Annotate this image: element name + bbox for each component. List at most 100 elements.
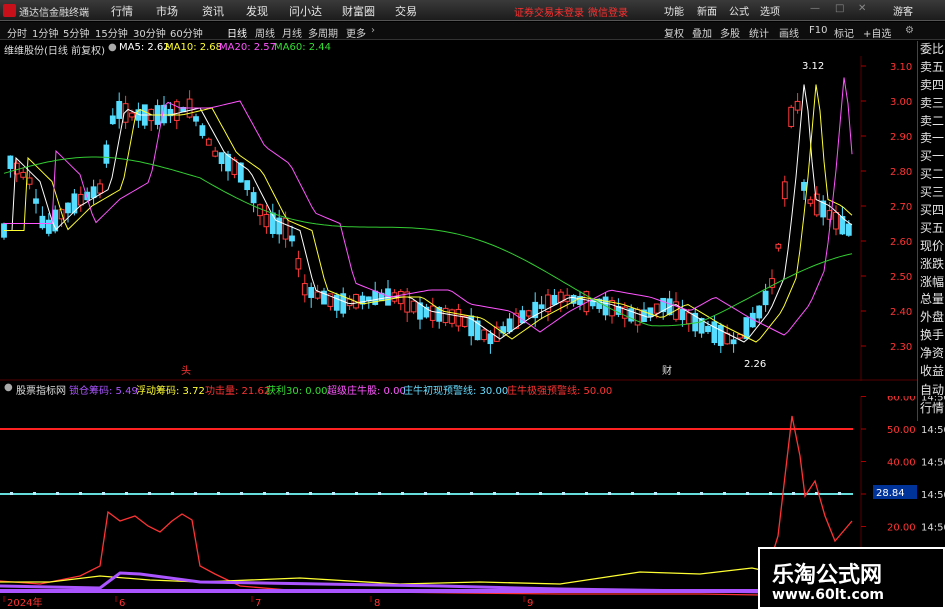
menu-news[interactable]: 资讯 — [202, 3, 224, 19]
candle-body — [634, 308, 641, 326]
candle-body — [276, 217, 283, 235]
candle-body — [455, 308, 462, 327]
period-more[interactable]: 更多 — [346, 25, 366, 40]
attack-volume-line — [0, 415, 853, 596]
period-daily[interactable]: 日线 — [227, 25, 247, 40]
minimize-icon[interactable]: — — [810, 3, 820, 14]
candle-body — [781, 181, 788, 200]
settings-icon[interactable]: ⚙ — [905, 25, 914, 36]
ma5-value: MA5: 2.62 — [119, 42, 170, 53]
candle-body — [90, 186, 97, 199]
candle-body — [173, 101, 180, 121]
menu-market[interactable]: 市场 — [156, 3, 178, 19]
warning-line-dot — [493, 492, 496, 495]
candle-body — [26, 177, 33, 185]
stock-terminal-window: 通达信金融终端 行情 市场 资讯 发现 问小达 财富圈 交易 证券交易未登录 微… — [0, 0, 945, 609]
indicator-dot-icon: ● — [4, 382, 13, 393]
price-tick-label: 2.50 — [890, 272, 912, 283]
site-watermark: 乐淘公式网 www.60lt.com — [758, 547, 945, 609]
price-tick-label: 2.80 — [890, 167, 912, 178]
quote-field-label: 买四 — [920, 203, 945, 218]
candlestick-chart[interactable]: 3.10 3.00 2.90 2.80 2.70 2.60 2.50 2.40 2.30 3.1… — [0, 56, 917, 381]
event-mark-head[interactable]: 头 — [181, 365, 191, 377]
trade-login-warning[interactable]: 证券交易未登录 — [514, 4, 584, 19]
btn-stats[interactable]: 统计 — [749, 25, 769, 40]
period-1min[interactable]: 1分钟 — [32, 25, 58, 40]
event-mark-finance[interactable]: 财 — [662, 364, 672, 377]
period-5min[interactable]: 5分钟 — [63, 25, 89, 40]
indicator-tick-label: 50.00 — [887, 425, 916, 436]
period-weekly[interactable]: 周线 — [255, 25, 275, 40]
indicator-name[interactable]: 股票指标网 — [16, 382, 66, 397]
menu-wealth[interactable]: 财富圈 — [342, 3, 375, 19]
candle-body — [711, 321, 718, 344]
candle-body — [301, 283, 308, 296]
period-multi[interactable]: 多周期 — [308, 25, 338, 40]
menu-formula[interactable]: 公式 — [729, 3, 749, 18]
period-15min[interactable]: 15分钟 — [95, 25, 128, 40]
menu-quotes[interactable]: 行情 — [111, 3, 133, 19]
quote-field-label: 卖一 — [920, 131, 945, 146]
period-60min[interactable]: 60分钟 — [170, 25, 203, 40]
quote-field-label: 现价 — [920, 238, 945, 253]
menu-options[interactable]: 选项 — [760, 3, 780, 18]
time-label: 14:50 — [921, 396, 945, 404]
candle-body — [109, 115, 116, 125]
price-tick-label: 2.30 — [890, 342, 912, 353]
quote-field-label: 涨幅 — [920, 274, 945, 289]
candle-body — [77, 193, 84, 206]
candle-body — [129, 112, 135, 118]
candle-body — [193, 116, 199, 122]
quote-field-label: 委比 — [920, 42, 945, 56]
candle-body — [404, 291, 411, 313]
price-tick-label: 3.10 — [890, 62, 912, 73]
quote-field-label: 外盘 — [920, 310, 945, 325]
indicator-tick-label: 60.00 — [887, 396, 916, 404]
btn-draw[interactable]: 画线 — [779, 25, 799, 40]
menu-trade[interactable]: 交易 — [395, 3, 417, 19]
top-menu-bar: 通达信金融终端 行情 市场 资讯 发现 问小达 财富圈 交易 证券交易未登录 微… — [0, 0, 945, 21]
candle-body — [333, 294, 340, 311]
btn-mark[interactable]: 标记 — [834, 25, 854, 40]
time-axis-label: 8 — [374, 598, 380, 609]
warning-line-dot — [148, 492, 151, 495]
btn-overlay[interactable]: 叠加 — [692, 25, 712, 40]
warning-line-dot — [723, 492, 726, 495]
btn-add-watchlist[interactable]: +自选 — [863, 25, 891, 40]
btn-multi-stock[interactable]: 多股 — [720, 25, 740, 40]
app-title: 通达信金融终端 — [19, 8, 89, 19]
btn-adjust[interactable]: 复权 — [664, 25, 684, 40]
menu-ask[interactable]: 问小达 — [289, 3, 322, 19]
indicator-item: 超级庄牛股: 0.00 — [327, 386, 406, 397]
menu-new-page[interactable]: 新面 — [697, 3, 717, 18]
candle-body — [231, 159, 238, 175]
candle-body — [762, 290, 769, 306]
warning-line-dot — [447, 492, 450, 495]
menu-function[interactable]: 功能 — [664, 3, 684, 18]
warning-line-dot — [539, 492, 542, 495]
guest-user[interactable]: 游客 — [893, 3, 913, 18]
period-30min[interactable]: 30分钟 — [133, 25, 166, 40]
warning-line-dot — [424, 492, 427, 495]
time-axis-label: 7 — [255, 598, 261, 609]
warning-line-dot — [33, 492, 36, 495]
warning-line-dot — [746, 492, 749, 495]
menu-discover[interactable]: 发现 — [246, 3, 268, 19]
warning-line-dot — [263, 492, 266, 495]
btn-f10[interactable]: F10 — [809, 25, 827, 36]
indicator-item: 功击量: 21.62 — [205, 386, 271, 397]
wechat-login-link[interactable]: 微信登录 — [588, 4, 628, 19]
candle-body — [205, 138, 212, 146]
candle-body — [103, 144, 110, 164]
candle-body — [679, 308, 686, 321]
ma60-line — [3, 156, 853, 327]
period-monthly[interactable]: 月线 — [282, 25, 302, 40]
restore-icon[interactable]: □ — [835, 3, 844, 14]
candle-body — [199, 125, 206, 136]
close-icon[interactable]: ✕ — [858, 3, 866, 14]
warning-line-dot — [125, 492, 128, 495]
period-tick[interactable]: 分时 — [7, 25, 27, 40]
candle-body — [282, 217, 289, 240]
warning-line-dot — [401, 492, 404, 495]
more-chevron-icon[interactable]: › — [371, 25, 375, 36]
